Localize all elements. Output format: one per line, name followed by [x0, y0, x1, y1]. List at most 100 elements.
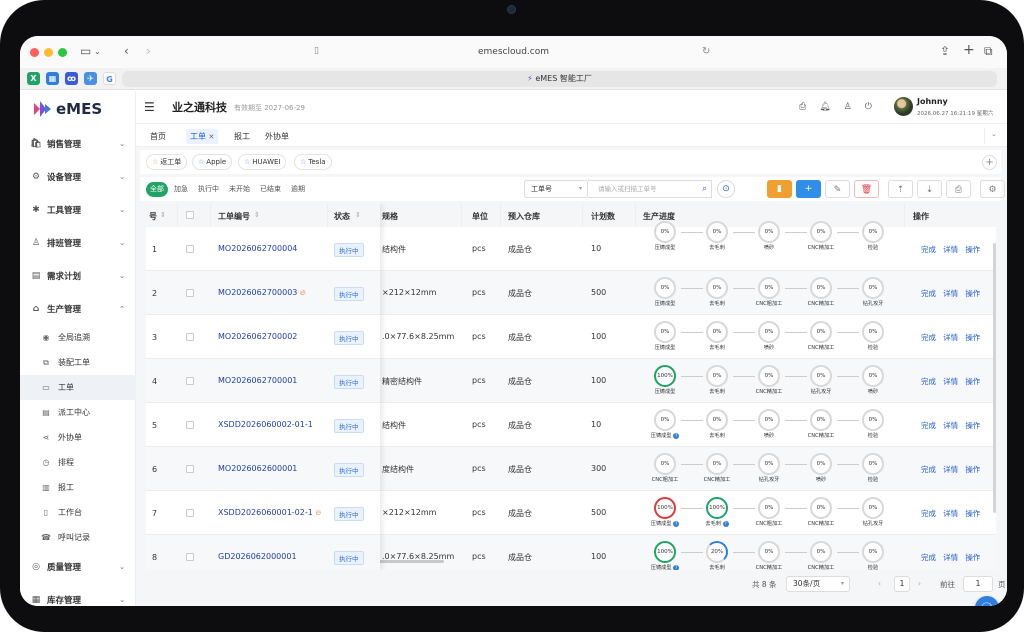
select-all-checkbox[interactable] [186, 211, 194, 219]
favorite-grid-icon[interactable]: ▦ [46, 72, 59, 85]
process-step[interactable]: 0% 压铸成型 [643, 221, 687, 251]
table-row-fixed[interactable]: 3 MO2026062700002 执行中 [146, 315, 380, 359]
chevron-down-icon[interactable]: ⌄ [991, 130, 997, 138]
table-row-fixed[interactable]: 4 MO2026062700001 执行中 [146, 359, 380, 403]
order-number-link[interactable]: MO2026062700004 [218, 244, 297, 253]
process-step[interactable]: 0% 钻孔攻牙 [799, 365, 843, 395]
prev-page-button[interactable]: ‹ [878, 579, 881, 588]
table-row-fixed[interactable]: 5 XSDD2026060002-01-1 执行中 [146, 403, 380, 447]
row-checkbox[interactable] [186, 377, 194, 385]
detail-link[interactable]: 详情 [943, 245, 958, 254]
process-step[interactable]: 0% CNC粗加工 [747, 497, 791, 527]
table-row-fixed[interactable]: 7 XSDD2026060001-02-1 🔥︎ 执行中 [146, 491, 380, 535]
detail-link[interactable]: 详情 [943, 377, 958, 386]
complete-link[interactable]: 完成 [921, 553, 936, 562]
tab-overview-icon[interactable]: ⧉ [984, 44, 993, 59]
complete-link[interactable]: 完成 [921, 333, 936, 342]
delete-button[interactable]: 🗑︎ [854, 180, 879, 198]
operate-link[interactable]: 操作 [965, 421, 980, 430]
operate-link[interactable]: 操作 [965, 245, 980, 254]
menu-toggle-icon[interactable]: ☰ [144, 100, 155, 114]
status-urgent[interactable]: 加急 [170, 182, 192, 197]
detail-link[interactable]: 详情 [943, 333, 958, 342]
search-input[interactable]: 请输入或扫描工单号 ⌕ [588, 180, 712, 198]
operate-link[interactable]: 操作 [965, 333, 980, 342]
download-button[interactable]: ⇣ [917, 180, 942, 198]
row-checkbox[interactable] [186, 509, 194, 517]
detail-link[interactable]: 详情 [943, 421, 958, 430]
scan-icon[interactable]: ⌕ [702, 181, 707, 197]
favorite-baidu-icon[interactable]: ꝏ [65, 72, 78, 85]
process-step[interactable]: 0% 喷砂 [747, 221, 791, 251]
active-browser-tab[interactable]: ⚡ eMES 智能工厂 [122, 71, 997, 87]
process-step[interactable]: 0% CNC精加工 [799, 321, 843, 351]
status-finished[interactable]: 已结束 [256, 182, 285, 197]
sort-icon[interactable]: ⇕ [254, 211, 260, 219]
process-step[interactable]: 100% 压铸成型 ? [643, 541, 687, 570]
process-step[interactable]: 0% CNC精加工 [799, 541, 843, 570]
help-icon[interactable]: ? [673, 432, 680, 439]
current-page[interactable]: 1 [894, 576, 910, 592]
filter-tesla[interactable]: ☆ Tesla [294, 154, 332, 170]
detail-link[interactable]: 详情 [943, 553, 958, 562]
next-page-button[interactable]: › [918, 579, 921, 588]
order-number-link[interactable]: XSDD2026060001-02-1 🔥︎ [218, 508, 321, 518]
process-step[interactable]: 0% CNC精加工 [799, 409, 843, 439]
avatar[interactable] [894, 97, 913, 116]
page-size-select[interactable]: 30条/页 ▾ [786, 576, 850, 592]
process-step[interactable]: 20% 去毛刺 [695, 541, 739, 570]
process-step[interactable]: 0% 检验 [851, 409, 895, 439]
status-overdue[interactable]: 逾期 [287, 182, 309, 197]
operate-link[interactable]: 操作 [965, 377, 980, 386]
upload-button[interactable]: ⇡ [888, 180, 913, 198]
power-icon[interactable]: ⏻ [865, 102, 872, 112]
vertical-scrollbar[interactable] [993, 243, 996, 513]
sidebar-item[interactable]: ▥ 报工 [20, 475, 136, 500]
complete-link[interactable]: 完成 [921, 421, 936, 430]
sidebar-item[interactable]: ▭ 工单 [20, 375, 136, 400]
row-checkbox[interactable] [186, 421, 194, 429]
detail-link[interactable]: 详情 [943, 465, 958, 474]
favorite-bird-icon[interactable]: ✈ [84, 72, 97, 85]
process-step[interactable]: 0% CNC粗加工 [643, 453, 687, 483]
sidebar-item[interactable]: ⧉ 装配工单 [20, 350, 136, 375]
share-icon[interactable]: ⇪ [940, 44, 950, 58]
process-step[interactable]: 0% 喷砂 [747, 321, 791, 351]
search-field-select[interactable]: 工单号 ▾ [524, 180, 588, 198]
status-all[interactable]: 全部 [146, 182, 168, 197]
order-number-link[interactable]: GD2026062000001 [218, 552, 297, 561]
add-filter-button[interactable]: + [982, 155, 997, 170]
order-number-link[interactable]: MO2026062700003 🔥︎ [218, 288, 306, 298]
reload-icon[interactable]: ↻ [702, 46, 710, 57]
process-step[interactable]: 0% 钻孔攻牙 [851, 277, 895, 307]
user-icon[interactable]: ♙ [844, 102, 852, 112]
sidebar-section[interactable]: ◎ 质量管理 ⌄ [20, 550, 136, 583]
sidebar-section[interactable]: 🛍︎ 销售管理 ⌄ [20, 127, 136, 160]
process-step[interactable]: 0% CNC精加工 [747, 365, 791, 395]
sidebar-item[interactable]: ◷ 排程 [20, 450, 136, 475]
help-icon[interactable]: ? [722, 520, 729, 527]
complete-link[interactable]: 完成 [921, 509, 936, 518]
table-row-fixed[interactable]: 6 MO2026062600001 执行中 [146, 447, 380, 491]
close-tab-icon[interactable]: ✕ [209, 133, 215, 141]
sidebar-item[interactable]: ☎ 呼叫记录 [20, 525, 136, 550]
table-row-fixed[interactable]: 8 GD2026062000001 执行中 [146, 535, 380, 570]
process-step[interactable]: 0% 钻孔攻牙 [747, 453, 791, 483]
operate-link[interactable]: 操作 [965, 509, 980, 518]
detail-link[interactable]: 详情 [943, 289, 958, 298]
process-step[interactable]: 0% 钻孔攻牙 [851, 497, 895, 527]
edit-button[interactable]: ✎ [825, 180, 850, 198]
process-step[interactable]: 0% 喷砂 [799, 453, 843, 483]
sidebar-section[interactable]: ▦ 库存管理 ⌄ [20, 583, 136, 606]
process-step[interactable]: 0% 压铸成型 [643, 321, 687, 351]
help-icon[interactable]: ? [673, 564, 680, 570]
sidebar-section[interactable]: ✱ 工具管理 ⌄ [20, 193, 136, 226]
process-step[interactable]: 0% 检验 [851, 541, 895, 570]
status-not-started[interactable]: 未开始 [225, 182, 254, 197]
row-checkbox[interactable] [186, 465, 194, 473]
table-row-fixed[interactable]: 1 MO2026062700004 执行中 [146, 227, 380, 271]
favorite-excel-icon[interactable]: X [27, 72, 40, 85]
bell-icon[interactable]: 🔔︎ [819, 102, 830, 112]
order-number-link[interactable]: MO2026062600001 [218, 464, 297, 473]
new-tab-icon[interactable]: + [963, 42, 975, 58]
